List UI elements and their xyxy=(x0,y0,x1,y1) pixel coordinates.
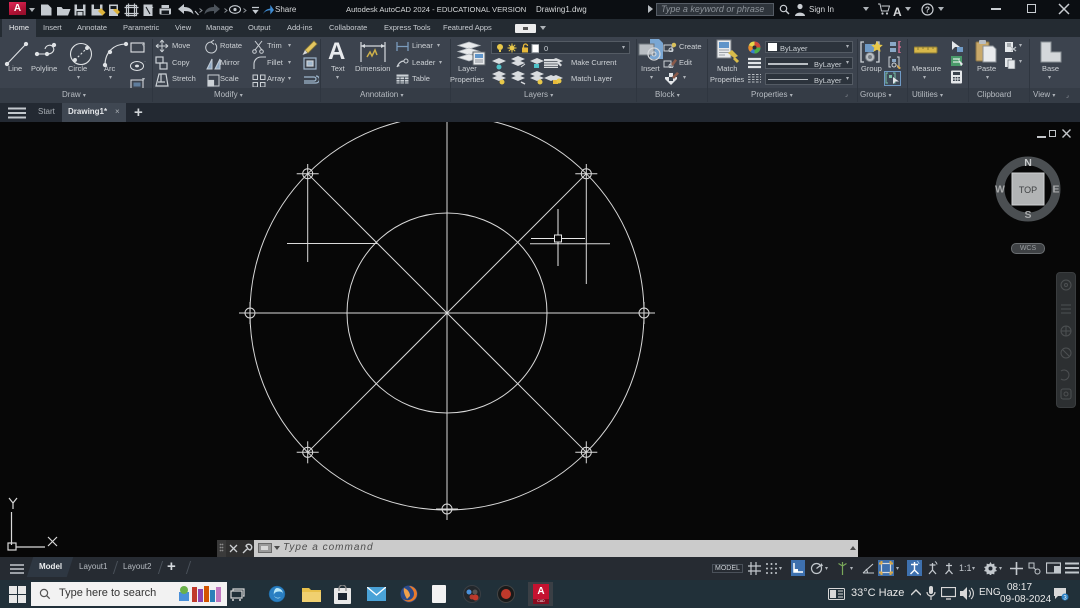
svg-text:S: S xyxy=(1024,209,1031,221)
svg-text:W: W xyxy=(995,184,1005,196)
svg-text:N: N xyxy=(1024,157,1032,169)
svg-text:TOP: TOP xyxy=(1019,185,1037,195)
svg-text:E: E xyxy=(1052,184,1059,196)
